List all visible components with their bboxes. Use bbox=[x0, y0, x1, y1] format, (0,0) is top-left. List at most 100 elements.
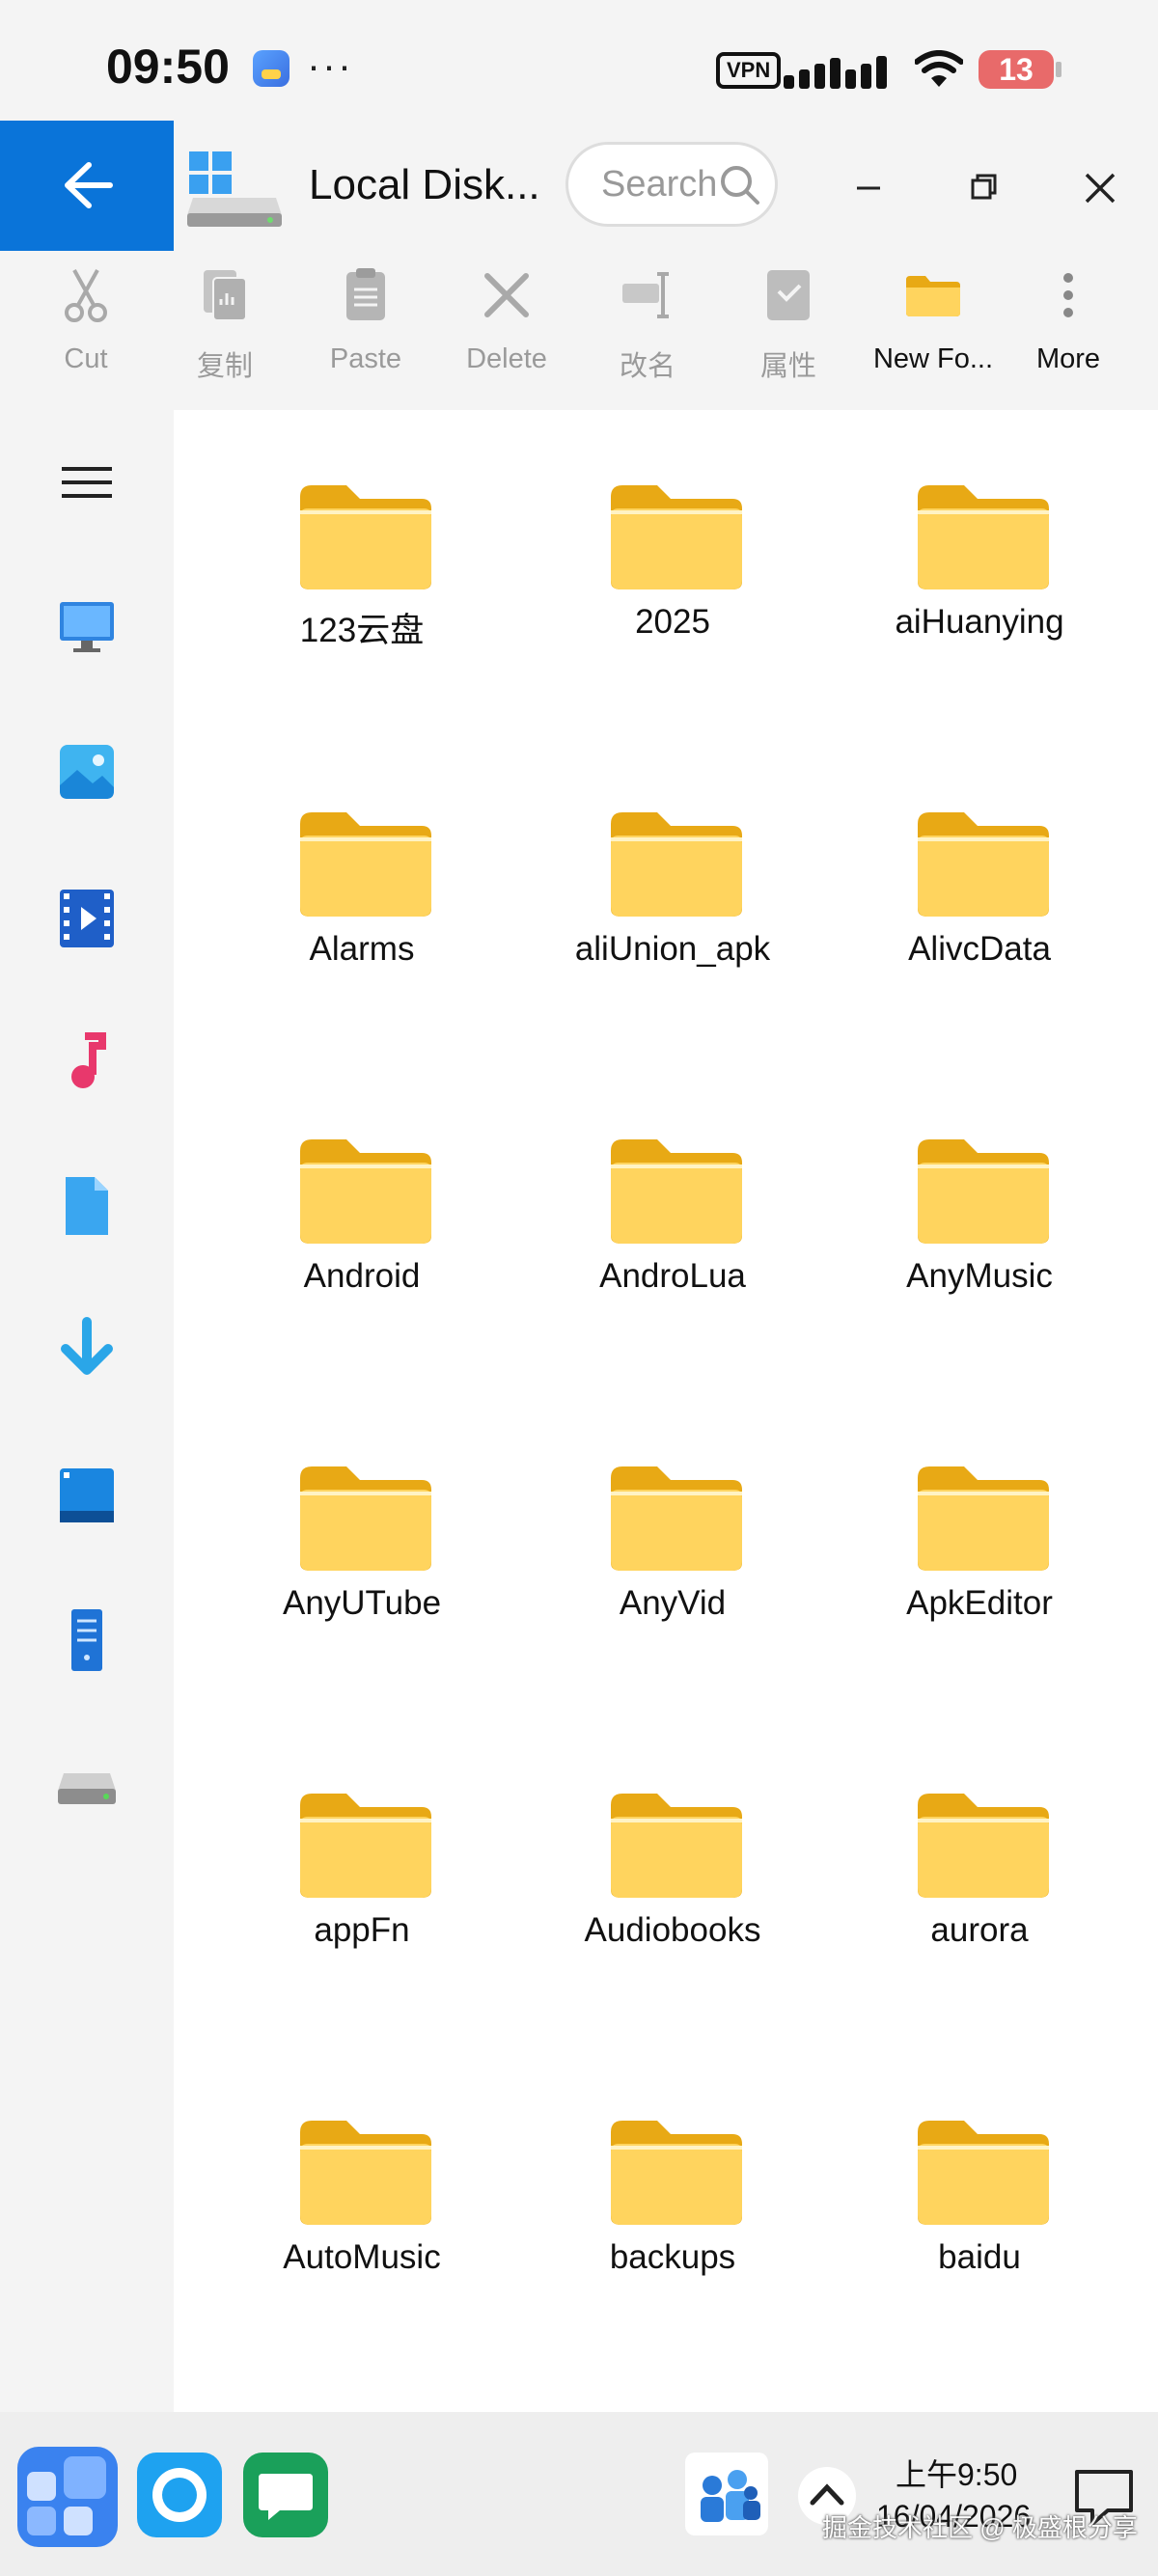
more-button[interactable]: More bbox=[998, 251, 1139, 410]
back-button[interactable] bbox=[0, 121, 174, 251]
vpn-icon: VPN bbox=[716, 52, 782, 89]
folder-name: aurora bbox=[930, 1911, 1029, 1949]
download-arrow-icon bbox=[61, 1317, 113, 1375]
delete-button[interactable]: Delete bbox=[436, 251, 577, 410]
folder-item[interactable]: Audiobooks bbox=[518, 1718, 827, 1950]
nav-documents[interactable] bbox=[48, 1167, 125, 1245]
nav-this-pc[interactable] bbox=[48, 589, 125, 666]
new-folder-label: New Fo... bbox=[872, 343, 994, 374]
signal-icon bbox=[784, 50, 899, 89]
app-camera-button[interactable] bbox=[135, 2451, 224, 2544]
folder-name: 2025 bbox=[635, 603, 710, 641]
folder-item[interactable]: backups bbox=[518, 2045, 827, 2277]
nav-menu-button[interactable] bbox=[48, 444, 125, 521]
folder-item[interactable]: baidu bbox=[825, 2045, 1134, 2277]
more-vertical-icon bbox=[1063, 273, 1073, 317]
more-label: More bbox=[1035, 343, 1101, 374]
nav-music[interactable] bbox=[48, 1023, 125, 1100]
folder-icon bbox=[918, 2121, 1049, 2225]
folder-item[interactable]: 123云盘 bbox=[207, 410, 516, 649]
folder-item[interactable]: aliUnion_apk bbox=[518, 737, 827, 969]
close-button[interactable] bbox=[1071, 159, 1129, 217]
folder-item[interactable]: ApkEditor bbox=[825, 1391, 1134, 1623]
nav-desktop[interactable] bbox=[48, 1457, 125, 1534]
folder-item[interactable]: Android bbox=[207, 1064, 516, 1296]
desktop-icon bbox=[60, 1468, 114, 1522]
nav-videos[interactable] bbox=[48, 878, 125, 955]
folder-item[interactable]: 2025 bbox=[518, 410, 827, 642]
folder-icon bbox=[300, 1139, 431, 1244]
folder-item[interactable]: AnyUTube bbox=[207, 1391, 516, 1623]
folder-item[interactable]: aiHuanying bbox=[825, 410, 1134, 642]
folder-name: backups bbox=[609, 2238, 736, 2276]
folder-name: AlivcData bbox=[908, 930, 1051, 968]
nav-local-disk[interactable] bbox=[48, 1746, 125, 1823]
drive-icon bbox=[58, 1773, 116, 1804]
folder-name: appFn bbox=[314, 1911, 410, 1949]
folder-icon bbox=[611, 485, 742, 589]
new-folder-button[interactable]: New Fo... bbox=[863, 251, 1004, 410]
pictures-icon bbox=[60, 745, 114, 799]
folder-icon bbox=[918, 812, 1049, 917]
folder-icon bbox=[918, 1794, 1049, 1898]
folder-item[interactable]: appFn bbox=[207, 1718, 516, 1950]
chat-app-icon bbox=[243, 2453, 328, 2537]
side-nav bbox=[0, 410, 174, 2412]
nav-downloads[interactable] bbox=[48, 1312, 125, 1389]
window-title: Local Disk... bbox=[309, 161, 540, 208]
folder-icon bbox=[611, 2121, 742, 2225]
restore-button[interactable] bbox=[955, 159, 1013, 217]
more-notifications-icon: ··· bbox=[307, 42, 353, 88]
folder-icon bbox=[918, 1139, 1049, 1244]
folder-item[interactable]: AlivcData bbox=[825, 737, 1134, 969]
folder-icon bbox=[611, 1139, 742, 1244]
folder-name: AutoMusic bbox=[283, 2238, 441, 2276]
search-placeholder: Search bbox=[601, 164, 718, 205]
folder-name: AnyVid bbox=[619, 1584, 727, 1622]
folder-name: Alarms bbox=[309, 930, 415, 968]
folder-name: Android bbox=[303, 1257, 421, 1295]
arrow-left-icon bbox=[65, 162, 113, 208]
cut-label: Cut bbox=[64, 343, 108, 374]
start-grid-icon bbox=[17, 2447, 118, 2547]
folder-icon bbox=[611, 1466, 742, 1571]
paste-button[interactable]: Paste bbox=[295, 251, 436, 410]
folder-item[interactable]: aurora bbox=[825, 1718, 1134, 1950]
toolbar: Cut 复制 Paste Delete 改名 属性 New Fo... More bbox=[0, 251, 1158, 410]
folder-icon bbox=[611, 812, 742, 917]
local-disk-icon bbox=[185, 148, 286, 233]
properties-label: 属性 bbox=[759, 351, 816, 382]
rename-label: 改名 bbox=[619, 351, 676, 382]
folder-name: AnyMusic bbox=[906, 1257, 1053, 1295]
folder-item[interactable]: AnyVid bbox=[518, 1391, 827, 1623]
cut-button[interactable]: Cut bbox=[15, 251, 156, 410]
minimize-icon bbox=[857, 186, 880, 190]
nav-server[interactable] bbox=[48, 1602, 125, 1679]
folder-icon bbox=[300, 812, 431, 917]
properties-button[interactable]: 属性 bbox=[718, 251, 859, 410]
folder-item[interactable]: AutoMusic bbox=[207, 2045, 516, 2277]
paste-label: Paste bbox=[329, 343, 402, 374]
app-chat-button[interactable] bbox=[241, 2451, 330, 2544]
copy-button[interactable]: 复制 bbox=[154, 251, 295, 410]
app-people-button[interactable] bbox=[683, 2451, 770, 2542]
scissors-icon bbox=[65, 269, 107, 322]
folder-item[interactable]: AndroLua bbox=[518, 1064, 827, 1296]
copy-label: 复制 bbox=[196, 351, 253, 382]
folder-name: aliUnion_apk bbox=[574, 930, 771, 968]
rename-button[interactable]: 改名 bbox=[577, 251, 718, 410]
music-note-icon bbox=[71, 1032, 106, 1088]
camera-app-icon bbox=[137, 2453, 222, 2537]
folder-name: ApkEditor bbox=[906, 1584, 1053, 1622]
folder-item[interactable]: AnyMusic bbox=[825, 1064, 1134, 1296]
folder-name: aiHuanying bbox=[895, 603, 1064, 641]
delete-x-icon bbox=[484, 273, 529, 317]
minimize-button[interactable] bbox=[840, 159, 897, 217]
restore-icon bbox=[971, 174, 997, 200]
folder-icon bbox=[300, 1466, 431, 1571]
folder-item[interactable]: Alarms bbox=[207, 737, 516, 969]
nav-pictures[interactable] bbox=[48, 733, 125, 810]
search-input[interactable]: Search bbox=[565, 142, 778, 227]
server-icon bbox=[71, 1609, 102, 1671]
start-button[interactable] bbox=[14, 2443, 122, 2556]
